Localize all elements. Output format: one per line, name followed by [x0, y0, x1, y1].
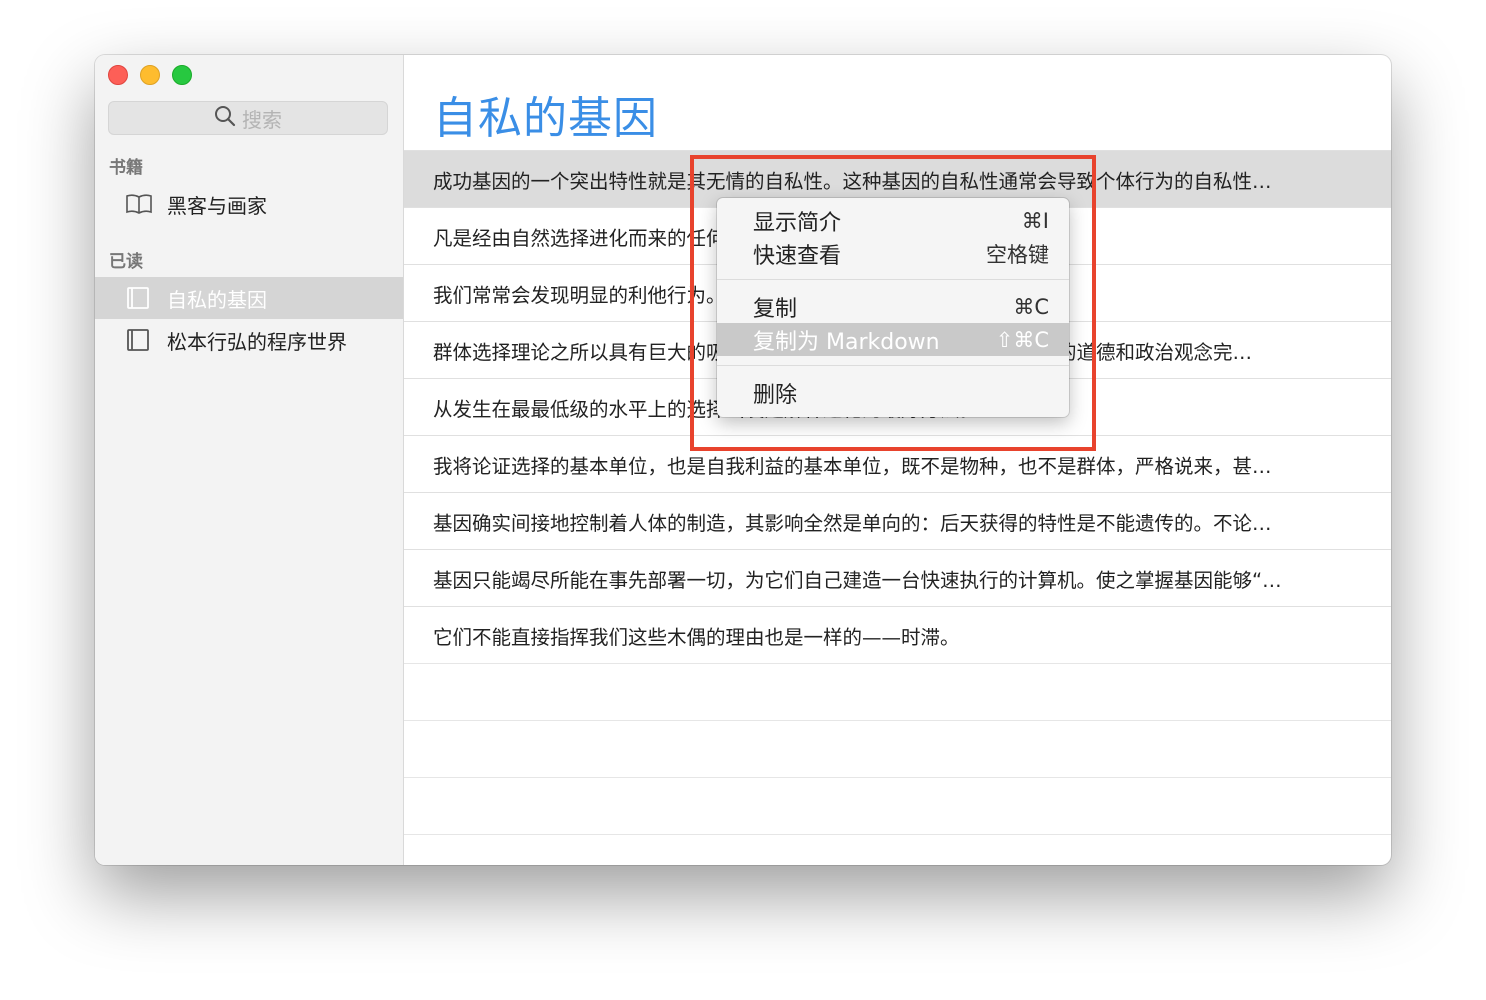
open-book-icon [125, 192, 153, 216]
book-icon [125, 286, 153, 310]
empty-row [404, 663, 1391, 720]
section-header-read: 已读 [109, 252, 143, 272]
search-input[interactable]: 搜索 [108, 101, 388, 135]
list-item[interactable]: 基因确实间接地控制着人体的制造，其影响全然是单向的：后天获得的特性是不能遗传的。… [404, 492, 1391, 549]
book-icon [125, 328, 153, 352]
section-header-books: 书籍 [109, 158, 143, 178]
sidebar: 搜索 书籍 黑客与画家 已读 自私的基因 松本行弘的程序世界 [95, 55, 404, 865]
list-item[interactable]: 基因只能竭尽所能在事先部署一切，为它们自己建造一台快速执行的计算机。使之掌握基因… [404, 549, 1391, 606]
minimize-window-button[interactable] [140, 65, 160, 85]
empty-row [404, 834, 1391, 865]
list-item[interactable]: 它们不能直接指挥我们这些木偶的理由也是一样的——时滞。 [404, 606, 1391, 663]
zoom-window-button[interactable] [172, 65, 192, 85]
sidebar-item-label: 黑客与画家 [167, 193, 267, 218]
sidebar-item-label: 松本行弘的程序世界 [167, 329, 347, 354]
highlight-annotation-box [690, 155, 1096, 451]
empty-row [404, 720, 1391, 777]
sidebar-item-book[interactable]: 黑客与画家 [95, 183, 403, 225]
page-title: 自私的基因 [433, 93, 658, 144]
sidebar-item-matz-programming-world[interactable]: 松本行弘的程序世界 [95, 319, 403, 361]
search-placeholder: 搜索 [242, 107, 282, 132]
sidebar-item-selfish-gene[interactable]: 自私的基因 [95, 277, 403, 319]
sidebar-item-label: 自私的基因 [167, 287, 267, 312]
search-icon [214, 105, 236, 132]
close-window-button[interactable] [108, 65, 128, 85]
empty-row [404, 777, 1391, 834]
